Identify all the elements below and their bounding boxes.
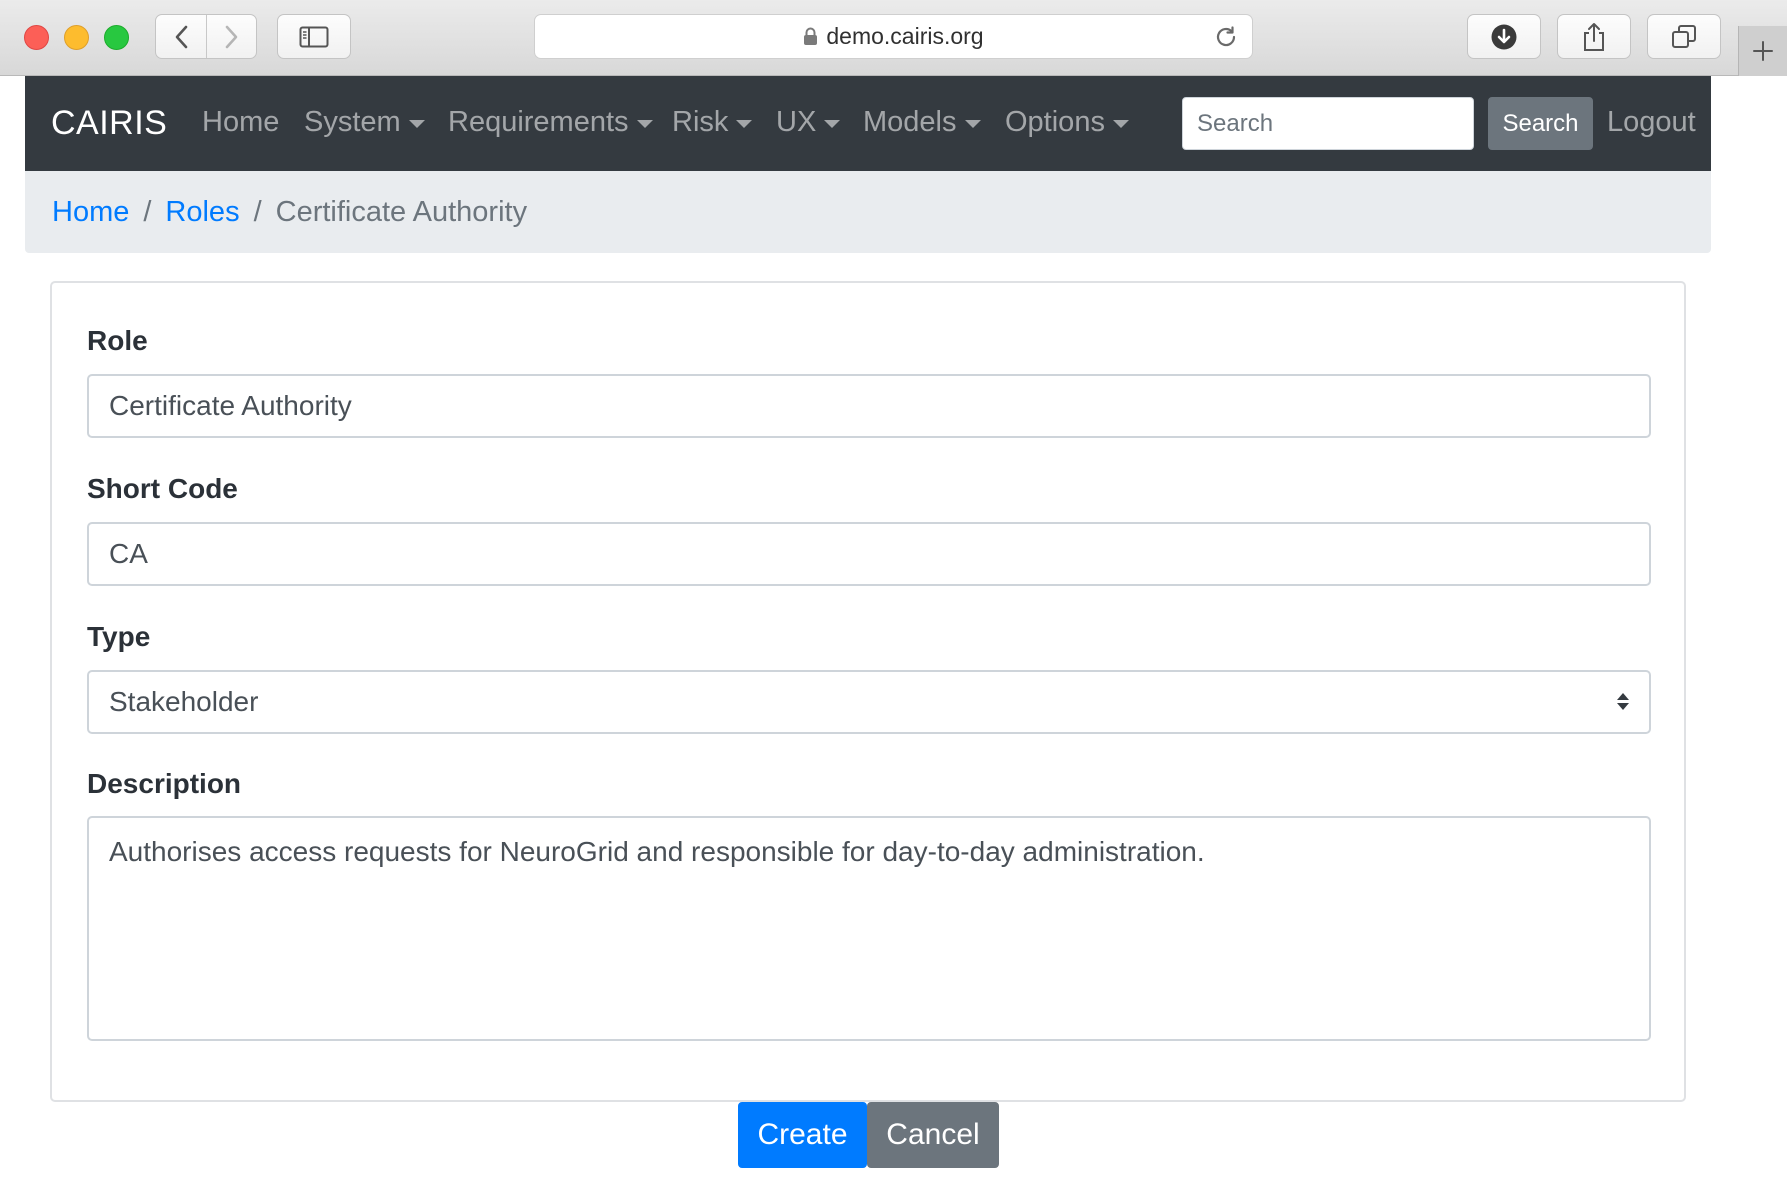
chevron-left-icon: [175, 25, 188, 48]
short-code-input[interactable]: CA: [87, 522, 1651, 586]
caret-down-icon: [824, 120, 841, 128]
nav-system-label: System: [304, 106, 401, 138]
logout-link[interactable]: Logout: [1607, 106, 1696, 139]
reload-icon[interactable]: [1214, 25, 1238, 49]
lock-icon: [803, 27, 818, 46]
url-text: demo.cairis.org: [826, 23, 984, 49]
breadcrumb-separator: /: [143, 195, 152, 228]
type-label: Type: [87, 621, 151, 652]
search-button[interactable]: Search: [1488, 97, 1593, 150]
role-form-card: Role Certificate Authority Short Code CA…: [50, 281, 1686, 1102]
brand-logo[interactable]: CAIRIS: [51, 104, 167, 143]
history-nav: [155, 14, 257, 59]
nav-requirements-dropdown[interactable]: Requirements: [448, 106, 653, 139]
downloads-button[interactable]: [1467, 14, 1541, 59]
breadcrumb-roles[interactable]: Roles: [165, 196, 239, 229]
nav-requirements-label: Requirements: [448, 106, 629, 138]
description-label: Description: [87, 768, 242, 799]
breadcrumb-current: Certificate Authority: [275, 195, 528, 228]
create-button[interactable]: Create: [738, 1102, 867, 1168]
caret-down-icon: [736, 120, 753, 128]
minimize-window-button[interactable]: [64, 25, 89, 50]
role-name-input[interactable]: Certificate Authority: [87, 374, 1651, 438]
short-code-label: Short Code: [87, 473, 238, 504]
sidebar-toggle-button[interactable]: [277, 14, 351, 59]
nav-models-dropdown[interactable]: Models: [863, 106, 981, 139]
nav-ux-dropdown[interactable]: UX: [776, 106, 841, 139]
download-icon: [1491, 24, 1517, 49]
caret-down-icon: [964, 120, 981, 128]
zoom-window-button[interactable]: [104, 25, 129, 50]
address-bar[interactable]: demo.cairis.org: [534, 14, 1253, 59]
breadcrumb-separator: /: [253, 195, 262, 228]
forward-button[interactable]: [206, 15, 256, 58]
chevron-right-icon: [225, 25, 237, 48]
browser-titlebar: demo.cairis.org: [0, 0, 1787, 76]
type-select[interactable]: Stakeholder: [87, 670, 1651, 734]
new-tab-button[interactable]: [1738, 26, 1787, 76]
share-icon: [1584, 22, 1604, 51]
share-button[interactable]: [1557, 14, 1631, 59]
nav-home-label: Home: [202, 106, 280, 138]
main-navbar: CAIRIS Home System Requirements Risk UX …: [25, 76, 1711, 171]
caret-down-icon: [408, 120, 425, 128]
plus-icon: [1753, 41, 1773, 61]
nav-models-label: Models: [863, 106, 957, 138]
tab-overview-button[interactable]: [1647, 14, 1721, 59]
back-button[interactable]: [156, 15, 206, 58]
breadcrumb: Home / Roles / Certificate Authority: [25, 171, 1711, 253]
nav-options-dropdown[interactable]: Options: [1005, 106, 1129, 139]
nav-home[interactable]: Home: [202, 106, 279, 139]
search-input[interactable]: [1182, 97, 1474, 150]
nav-ux-label: UX: [776, 106, 817, 138]
caret-down-icon: [636, 120, 653, 128]
nav-options-label: Options: [1005, 106, 1105, 138]
tabs-icon: [1672, 24, 1696, 48]
close-window-button[interactable]: [24, 25, 49, 50]
cancel-button[interactable]: Cancel: [867, 1102, 999, 1168]
nav-risk-dropdown[interactable]: Risk: [672, 106, 753, 139]
description-textarea[interactable]: Authorises access requests for NeuroGrid…: [87, 816, 1651, 1041]
sidebar-icon: [299, 26, 329, 47]
nav-system-dropdown[interactable]: System: [304, 106, 425, 139]
breadcrumb-home[interactable]: Home: [52, 196, 129, 229]
caret-down-icon: [1112, 120, 1129, 128]
select-arrows-icon: [1617, 693, 1629, 710]
nav-risk-label: Risk: [672, 106, 729, 138]
role-label: Role: [87, 325, 148, 356]
type-selected-value: Stakeholder: [109, 686, 259, 717]
